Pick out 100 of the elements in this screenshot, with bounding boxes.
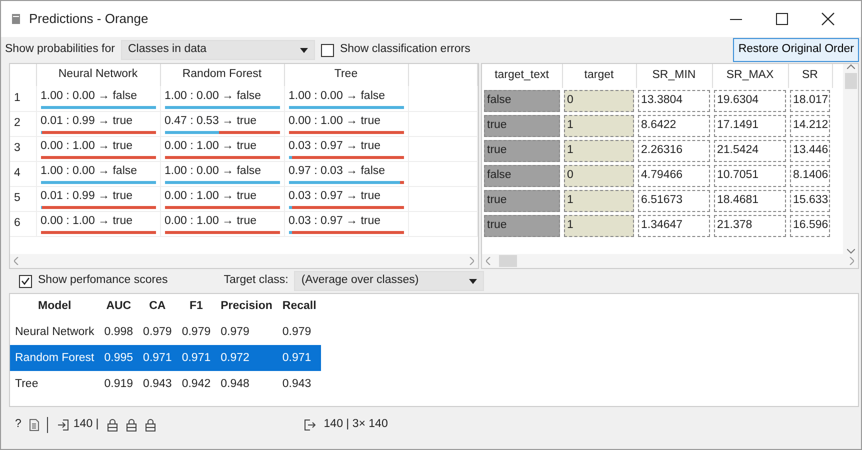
column-header: AUC [105, 299, 132, 314]
table-cell: 10.7051 [714, 164, 786, 186]
true-share-bar [400, 181, 404, 184]
row-number: 2 [10, 111, 36, 136]
prediction-cell: 0.47 : 0.53 → true [164, 112, 280, 134]
scroll-right-icon [849, 257, 854, 265]
table-cell: 8.1406 [790, 164, 830, 186]
horizontal-scrollbar[interactable] [482, 254, 858, 268]
scroll-right-icon [469, 257, 474, 265]
scrollbar-thumb[interactable] [499, 255, 517, 267]
dropdown-arrow-icon [469, 278, 478, 284]
scroll-left-icon [14, 257, 19, 265]
horizontal-scrollbar[interactable] [10, 254, 478, 268]
prediction-cell: 1.00 : 0.00 → false [288, 88, 404, 109]
dropdown-arrow-icon [300, 48, 308, 52]
performance-checkbox-label: Show perfomance scores [38, 273, 168, 288]
errors-checkbox-label: Show classification errors [340, 42, 470, 58]
column-header: SR [788, 64, 832, 88]
prediction-cell: 0.01 : 0.99 → true [40, 112, 156, 134]
prediction-cell: 0.00 : 1.00 → true [40, 138, 156, 160]
target-class-label: Target class: [224, 273, 288, 288]
prediction-cell: 0.03 : 0.97 → true [288, 212, 404, 234]
table-cell: 19.6304 [714, 90, 786, 112]
prediction-cell: 0.00 : 1.00 → true [164, 188, 280, 210]
column-header: target [562, 64, 636, 88]
scroll-up-icon [846, 64, 854, 69]
table-cell: 1 [564, 114, 634, 136]
table-cell: 2.26316 [638, 140, 710, 162]
table-cell: 18.4681 [714, 190, 786, 212]
table-cell: false [484, 90, 560, 112]
table-cell: 0 [564, 90, 634, 112]
row-number: 3 [10, 136, 36, 161]
column-header: Precision [220, 299, 274, 314]
table-cell: 13.3804 [638, 90, 710, 112]
vertical-scrollbar[interactable] [843, 64, 858, 254]
divider-icon [47, 417, 50, 433]
table-cell: false [484, 164, 560, 186]
column-header: Tree [284, 64, 408, 86]
prediction-cell: 1.00 : 0.00 → false [40, 88, 156, 109]
column-header: SR_MIN [636, 64, 712, 88]
scroll-down-icon [846, 249, 854, 254]
table-cell: 1 [564, 214, 634, 236]
table-cell: 0 [564, 164, 634, 186]
column-header: Neural Network [36, 64, 160, 86]
output-summary: 140 | 3× 140 [324, 417, 388, 432]
true-share-bar [218, 131, 280, 134]
column-header: CA [148, 299, 167, 314]
table-cell: 14.212 [790, 114, 830, 136]
table-cell: 15.633 [790, 190, 830, 212]
input-count: 140 | [73, 417, 99, 432]
table-cell: 17.1491 [714, 114, 786, 136]
table-cell: 6.51673 [638, 190, 710, 212]
probabilities-label: Show probabilities for [5, 42, 115, 58]
table-cell: true [484, 190, 560, 212]
restore-order-button[interactable]: Restore Original Order [733, 38, 859, 62]
errors-checkbox[interactable] [320, 44, 334, 56]
table-cell: 21.5424 [714, 140, 786, 162]
prediction-cell: 0.00 : 1.00 → true [288, 112, 404, 134]
window-title: Predictions - Orange [29, 10, 148, 28]
table-cell: 4.79466 [638, 164, 710, 186]
score-row[interactable]: Random Forest 0.995 0.971 0.971 0.972 0.971 [10, 345, 322, 372]
prediction-cell: 0.03 : 0.97 → true [288, 188, 404, 210]
document-icon[interactable] [29, 419, 40, 431]
prediction-cell: 0.00 : 1.00 → true [164, 212, 280, 234]
scrollbar-thumb[interactable] [844, 73, 856, 89]
row-number: 6 [10, 211, 36, 236]
row-number: 1 [10, 86, 36, 111]
table-cell: 13.446 [790, 140, 830, 162]
probabilities-dropdown[interactable]: Classes in data [120, 40, 315, 60]
table-cell: true [484, 214, 560, 236]
column-header: F1 [188, 299, 204, 314]
column-header: Random Forest [160, 64, 284, 86]
row-number: 5 [10, 186, 36, 211]
prediction-cell: 0.00 : 1.00 → true [40, 212, 156, 234]
table-cell: 8.6422 [638, 114, 710, 136]
prediction-cell: 1.00 : 0.00 → false [164, 162, 280, 184]
score-row[interactable]: Tree 0.919 0.943 0.942 0.948 0.943 [10, 371, 322, 398]
table-cell: 1.34647 [638, 214, 710, 236]
prediction-cell: 1.00 : 0.00 → false [40, 162, 156, 184]
prediction-cell: 0.97 : 0.03 → false [288, 162, 404, 184]
column-header: Recall [281, 299, 318, 314]
performance-checkbox[interactable] [19, 274, 32, 288]
input-icon [57, 419, 70, 431]
column-header: SR_MAX [712, 64, 788, 88]
table-cell: 18.017 [790, 90, 830, 112]
prediction-cell: 1.00 : 0.00 → false [164, 88, 280, 109]
column-header: Model [37, 299, 72, 314]
table-cell: 16.596 [790, 214, 830, 236]
score-row[interactable]: Neural Network 0.998 0.979 0.979 0.979 0.979 [10, 319, 322, 346]
app-icon [11, 13, 21, 25]
check-icon [21, 277, 30, 285]
table-cell: 1 [564, 190, 634, 212]
target-class-dropdown[interactable]: (Average over classes) [294, 271, 484, 291]
prediction-cell: 0.00 : 1.00 → true [164, 138, 280, 160]
output-icon [304, 419, 316, 431]
scroll-left-icon [486, 257, 491, 265]
row-number: 4 [10, 161, 36, 186]
table-cell: true [484, 140, 560, 162]
help-icon[interactable]: ? [15, 416, 22, 434]
column-header: target_text [482, 64, 562, 88]
